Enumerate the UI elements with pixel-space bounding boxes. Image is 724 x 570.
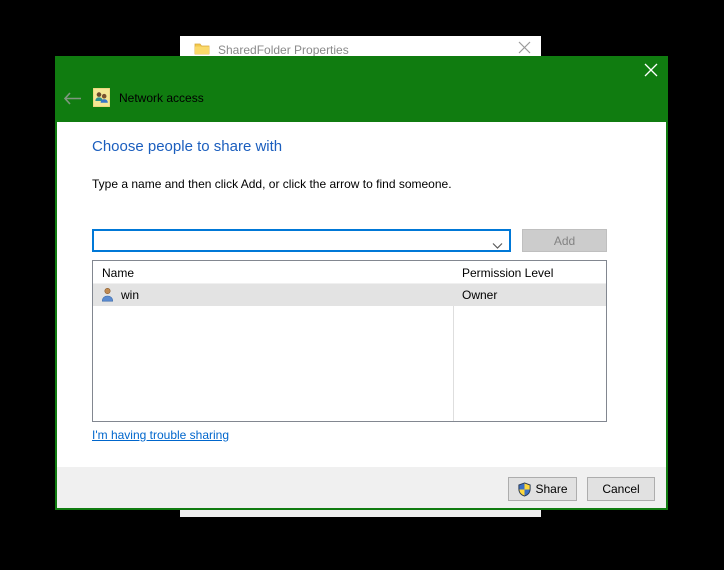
table-header: Name Permission Level: [93, 261, 606, 284]
cancel-button[interactable]: Cancel: [587, 477, 655, 501]
close-icon[interactable]: [518, 41, 532, 55]
column-header-permission[interactable]: Permission Level: [462, 266, 553, 280]
dialog-title: Network access: [119, 91, 204, 105]
people-table: Name Permission Level win Owner: [92, 260, 607, 422]
row-permission: Owner: [462, 288, 497, 302]
chevron-down-icon[interactable]: [492, 237, 503, 255]
user-icon: [101, 287, 114, 307]
share-button-label: Share: [535, 482, 567, 496]
table-row[interactable]: win Owner: [93, 284, 606, 306]
dialog-footer: Share Cancel: [57, 467, 666, 508]
network-users-icon: [93, 88, 110, 107]
instruction-text: Type a name and then click Add, or click…: [92, 177, 452, 191]
people-combobox-input[interactable]: [96, 231, 486, 249]
column-header-name[interactable]: Name: [102, 266, 134, 280]
dialog-header: Network access: [55, 56, 668, 122]
uac-shield-icon: [517, 482, 532, 497]
trouble-sharing-link[interactable]: I'm having trouble sharing: [92, 428, 229, 442]
close-icon[interactable]: [641, 61, 661, 79]
row-name: win: [121, 288, 139, 302]
page-title: Choose people to share with: [92, 138, 282, 155]
dialog-body: Choose people to share with Type a name …: [57, 122, 666, 467]
network-access-dialog: Network access Choose people to share wi…: [55, 56, 668, 510]
share-button[interactable]: Share: [508, 477, 577, 501]
cancel-button-label: Cancel: [602, 482, 639, 496]
back-icon[interactable]: [63, 92, 83, 106]
people-combobox[interactable]: [92, 229, 511, 252]
add-button[interactable]: Add: [522, 229, 607, 252]
window-title: SharedFolder Properties: [218, 43, 349, 57]
